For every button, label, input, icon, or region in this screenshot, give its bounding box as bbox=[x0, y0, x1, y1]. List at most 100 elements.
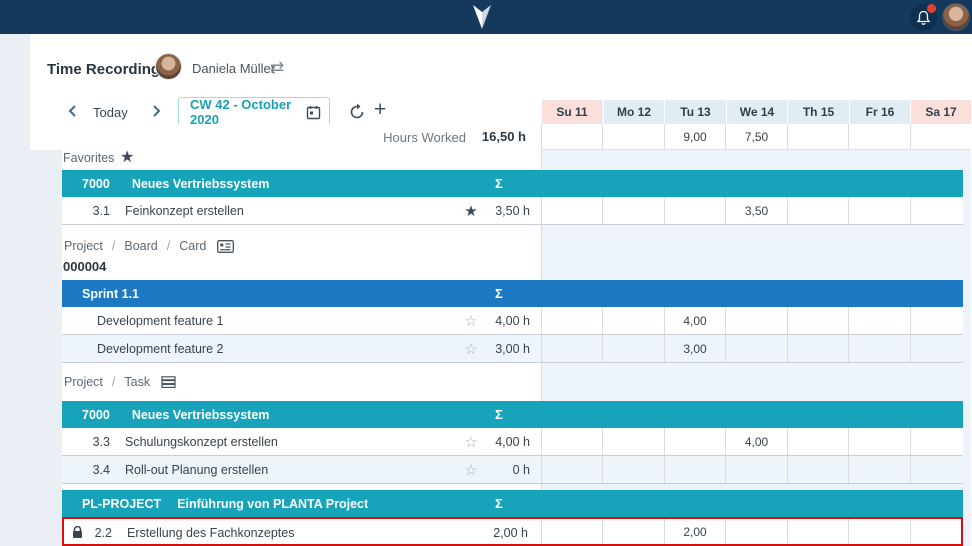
task-number: 3.4 bbox=[86, 463, 110, 477]
task-total-hours: 4,00 h bbox=[495, 314, 530, 328]
page-gutter bbox=[0, 140, 62, 546]
sprint-group-header[interactable]: Sprint 1.1 Σ bbox=[62, 280, 963, 307]
task-day-cells: 4,00 bbox=[541, 307, 963, 334]
time-entry-cell[interactable]: 4,00 bbox=[725, 428, 787, 455]
sigma-sum-label: Σ bbox=[495, 176, 503, 191]
task-row[interactable]: Development feature 1 ☆ 4,00 h 4,00 bbox=[62, 307, 963, 335]
lock-icon bbox=[72, 526, 83, 539]
time-entry-cell[interactable] bbox=[541, 428, 602, 455]
add-entry-button[interactable]: + bbox=[374, 99, 386, 121]
user-avatar[interactable] bbox=[942, 3, 970, 31]
time-entry-cell[interactable] bbox=[910, 428, 963, 455]
favorites-table: 7000 Neues Vertriebssystem Σ 3.1 Feinkon… bbox=[62, 170, 963, 226]
time-entry-cell[interactable] bbox=[910, 335, 963, 362]
card-icon bbox=[217, 240, 234, 253]
time-entry-cell[interactable] bbox=[848, 456, 910, 483]
today-button[interactable]: Today bbox=[93, 105, 128, 120]
project-group-header[interactable]: PL-PROJECT Einführung von PLANTA Project… bbox=[62, 490, 963, 517]
time-entry-cell[interactable] bbox=[664, 197, 725, 224]
time-entry-cell[interactable]: 4,00 bbox=[664, 307, 725, 334]
refresh-icon[interactable] bbox=[348, 103, 366, 121]
time-entry-cell[interactable] bbox=[602, 335, 664, 362]
time-entry-cell[interactable] bbox=[910, 519, 963, 544]
hours-cell bbox=[787, 124, 848, 149]
task-number: 3.3 bbox=[86, 435, 110, 449]
favorite-toggle-icon[interactable]: ★ bbox=[461, 202, 481, 220]
favorite-toggle-icon[interactable]: ☆ bbox=[461, 461, 481, 479]
task-row[interactable]: 3.4 Roll-out Planung erstellen ☆ 0 h bbox=[62, 456, 963, 484]
time-entry-cell[interactable] bbox=[541, 335, 602, 362]
time-entry-cell[interactable]: 3,50 bbox=[725, 197, 787, 224]
task-label: Erstellung des Fachkonzeptes bbox=[127, 526, 294, 540]
switch-user-icon[interactable]: ⇄ bbox=[270, 58, 284, 78]
time-entry-cell[interactable] bbox=[602, 519, 664, 544]
sigma-sum-label: Σ bbox=[495, 286, 503, 301]
time-entry-cell[interactable] bbox=[910, 456, 963, 483]
time-entry-cell[interactable] bbox=[848, 519, 910, 544]
time-entry-cell[interactable]: 3,00 bbox=[664, 335, 725, 362]
previous-week-button[interactable] bbox=[66, 104, 80, 118]
time-entry-cell[interactable] bbox=[541, 307, 602, 334]
time-entry-cell[interactable] bbox=[541, 519, 602, 544]
time-entry-cell[interactable] bbox=[602, 456, 664, 483]
task-row[interactable]: 3.1 Feinkonzept erstellen ★ 3,50 h 3,50 bbox=[62, 197, 963, 225]
period-value: CW 42 - October 2020 bbox=[179, 97, 306, 127]
hours-cell: 7,50 bbox=[725, 124, 787, 149]
time-entry-cell[interactable] bbox=[848, 307, 910, 334]
hours-cell: 9,00 bbox=[664, 124, 725, 149]
calendar-icon bbox=[306, 105, 321, 120]
time-entry-cell[interactable] bbox=[602, 428, 664, 455]
time-entry-cell[interactable] bbox=[848, 428, 910, 455]
notifications-button[interactable] bbox=[910, 4, 937, 31]
task-row[interactable]: Development feature 2 ☆ 3,00 h 3,00 bbox=[62, 335, 963, 363]
task-row[interactable]: 3.3 Schulungskonzept erstellen ☆ 4,00 h … bbox=[62, 428, 963, 456]
project-task-table: 7000 Neues Vertriebssystem Σ 3.3 Schulun… bbox=[62, 401, 963, 484]
time-entry-cell[interactable]: 2,00 bbox=[664, 519, 725, 544]
notification-badge bbox=[927, 4, 936, 13]
time-entry-cell[interactable] bbox=[725, 335, 787, 362]
time-entry-cell[interactable] bbox=[787, 335, 848, 362]
task-label: Development feature 1 bbox=[97, 314, 223, 328]
time-entry-cell[interactable] bbox=[787, 519, 848, 544]
time-entry-cell[interactable] bbox=[848, 335, 910, 362]
time-entry-cell[interactable] bbox=[602, 307, 664, 334]
day-header-fr: Fr 16 bbox=[849, 100, 910, 124]
project-title: Neues Vertriebssystem bbox=[132, 408, 270, 422]
time-entry-cell[interactable] bbox=[910, 307, 963, 334]
page-title: Time Recording bbox=[47, 61, 160, 78]
hours-worked-row: Hours Worked 16,50 h 9,00 7,50 bbox=[30, 124, 971, 150]
time-entry-cell[interactable] bbox=[602, 197, 664, 224]
task-day-cells: 3,00 bbox=[541, 335, 963, 362]
next-week-button[interactable] bbox=[149, 104, 163, 118]
time-recording-page: Time Recording Daniela Müller ⇄ Today CW… bbox=[0, 0, 972, 546]
breadcrumb-item: Project bbox=[64, 375, 103, 389]
task-day-cells bbox=[541, 456, 963, 483]
project-group-header[interactable]: 7000 Neues Vertriebssystem Σ bbox=[62, 170, 963, 197]
sigma-sum-label: Σ bbox=[495, 407, 503, 422]
time-entry-cell[interactable] bbox=[725, 519, 787, 544]
time-entry-cell[interactable] bbox=[541, 197, 602, 224]
breadcrumb-separator: / bbox=[167, 239, 170, 253]
favorite-toggle-icon[interactable]: ☆ bbox=[461, 340, 481, 358]
time-entry-cell[interactable] bbox=[664, 428, 725, 455]
time-entry-cell[interactable] bbox=[787, 428, 848, 455]
favorite-toggle-icon[interactable]: ☆ bbox=[461, 433, 481, 451]
time-entry-cell[interactable] bbox=[787, 456, 848, 483]
time-entry-cell[interactable] bbox=[848, 197, 910, 224]
task-day-cells: 2,00 bbox=[541, 519, 963, 544]
breadcrumb-separator: / bbox=[112, 239, 115, 253]
time-entry-cell[interactable] bbox=[725, 456, 787, 483]
time-entry-cell[interactable] bbox=[787, 197, 848, 224]
task-label: Development feature 2 bbox=[97, 342, 223, 356]
time-entry-cell[interactable] bbox=[787, 307, 848, 334]
task-total-hours: 3,00 h bbox=[495, 342, 530, 356]
time-entry-cell[interactable] bbox=[725, 307, 787, 334]
time-entry-cell[interactable] bbox=[910, 197, 963, 224]
time-entry-cell[interactable] bbox=[664, 456, 725, 483]
favorite-toggle-icon[interactable]: ☆ bbox=[461, 312, 481, 330]
time-entry-cell[interactable] bbox=[541, 456, 602, 483]
hours-worked-day-cells: 9,00 7,50 bbox=[541, 124, 971, 150]
period-selector[interactable]: CW 42 - October 2020 bbox=[178, 97, 330, 127]
project-group-header[interactable]: 7000 Neues Vertriebssystem Σ bbox=[62, 401, 963, 428]
task-row-highlighted[interactable]: 2.2 Erstellung des Fachkonzeptes 2,00 h … bbox=[62, 517, 963, 546]
